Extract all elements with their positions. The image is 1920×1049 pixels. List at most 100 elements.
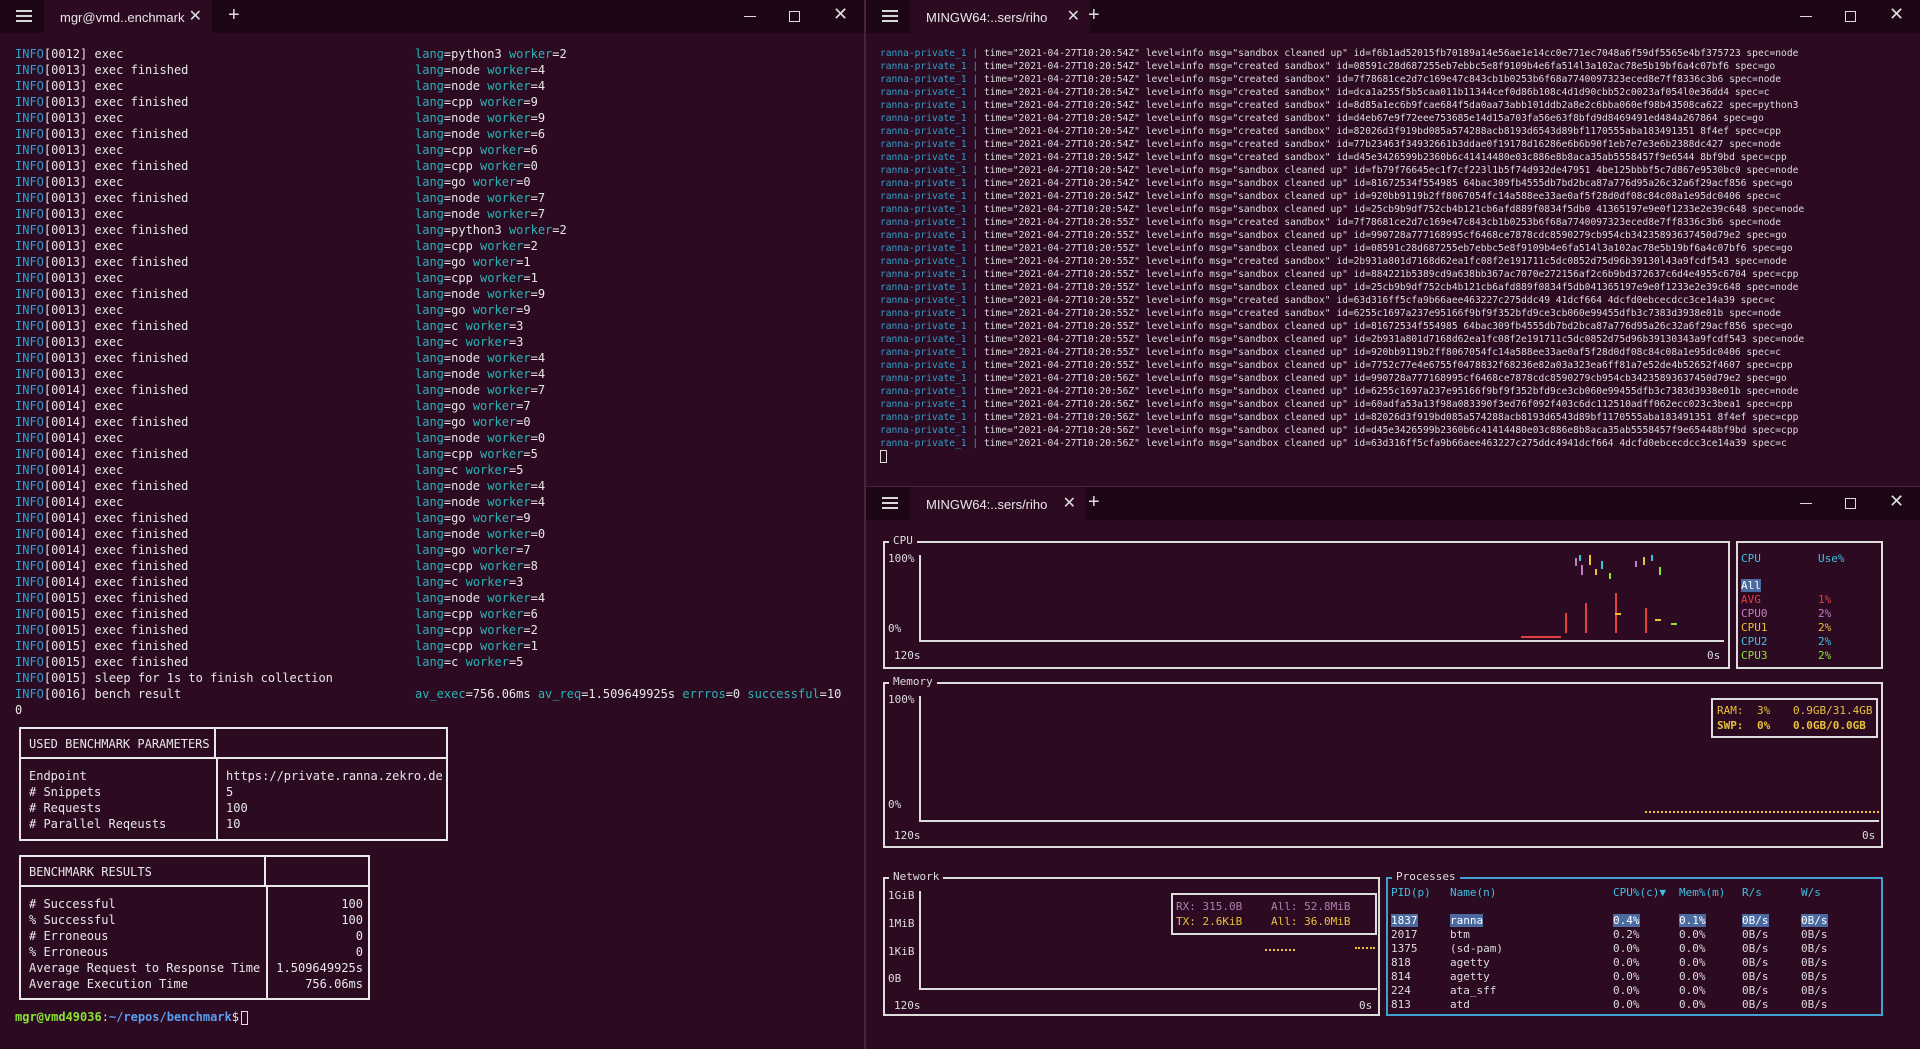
shell-prompt[interactable]: mgr@vmd49036:~/repos/benchmark$: [15, 1009, 248, 1025]
log-message: [0013] exec: [43, 367, 124, 381]
log-fields: lang=node worker=4: [415, 366, 545, 382]
minimize-icon[interactable]: [1800, 16, 1812, 17]
menu-icon[interactable]: [16, 10, 32, 22]
docker-log-line: ranna-private_1 | time="2021-04-27T10:20…: [880, 190, 1804, 203]
result-name: Average Request to Response Time: [29, 961, 261, 975]
log-line: INFO[0015] exec finished lang=cpp worker=…: [15, 606, 538, 622]
log-message: [0014] exec finished: [43, 383, 189, 397]
log-message: [0014] exec: [43, 495, 124, 509]
menu-icon[interactable]: [882, 10, 898, 22]
field-key: lang: [415, 335, 444, 349]
log-level: INFO: [15, 543, 44, 557]
process-row[interactable]: 2017 btm 0.2% 0.0% 0B/s 0B/s: [1388, 928, 1878, 942]
field-value: =cpp: [443, 143, 481, 157]
log-level: INFO: [15, 479, 44, 493]
use-col-header: Use%: [1818, 552, 1845, 565]
prompt-user: mgr@vmd49036: [15, 1010, 102, 1024]
field-key: worker: [472, 543, 517, 557]
new-tab-icon[interactable]: +: [1088, 491, 1100, 514]
log-line: INFO[0013] exec finished lang=node worker…: [15, 190, 545, 206]
net-rx-line: [1265, 949, 1295, 951]
maximize-icon[interactable]: [1845, 11, 1856, 22]
cpu-name: CPU3: [1741, 649, 1768, 662]
mem-y-axis: [919, 696, 921, 821]
maximize-icon[interactable]: [789, 11, 800, 22]
tab-benchmark[interactable]: mgr@vmd..enchmark ✕: [44, 0, 212, 33]
proc-cell: 0B/s: [1742, 984, 1769, 997]
docker-log-line: ranna-private_1 | time="2021-04-27T10:20…: [880, 346, 1804, 359]
log-fields: lang=node worker=9: [415, 110, 545, 126]
service-name: ranna-private_1: [880, 269, 973, 280]
swp-pct: 0%: [1757, 719, 1771, 732]
field-key: lang: [415, 511, 444, 525]
docker-log-line: ranna-private_1 | time="2021-04-27T10:20…: [880, 138, 1804, 151]
log-fields: lang=cpp worker=9: [415, 94, 538, 110]
maximize-icon[interactable]: [1845, 498, 1856, 509]
process-row[interactable]: 814 agetty 0.0% 0.0% 0B/s 0B/s: [1388, 970, 1878, 984]
field-key: worker: [487, 191, 531, 205]
ram-pct: 3%: [1757, 704, 1771, 717]
minimize-icon[interactable]: [1800, 503, 1812, 504]
cpu-row: CPU0 2%: [1741, 607, 1881, 621]
new-tab-icon[interactable]: +: [1088, 4, 1100, 27]
close-tab-icon[interactable]: ✕: [189, 6, 202, 26]
minimize-icon[interactable]: [744, 16, 756, 17]
service-name: ranna-private_1: [880, 48, 973, 59]
params-row: # Requests 100: [29, 800, 449, 816]
menu-icon[interactable]: [882, 497, 898, 509]
new-tab-icon[interactable]: +: [228, 4, 240, 27]
log-text: time="2021-04-27T10:20:54Z" level=info m…: [983, 113, 1764, 124]
pipe: |: [972, 295, 984, 306]
swp-value: 0.0GB/0.0GB: [1793, 719, 1866, 732]
stat-value: =756.06ms: [465, 687, 538, 701]
close-tab-icon[interactable]: ✕: [1063, 493, 1076, 513]
log-fields: lang=node worker=0: [415, 526, 545, 542]
mem-ytop: 100%: [888, 693, 915, 706]
process-row[interactable]: 813 atd 0.0% 0.0% 0B/s 0B/s: [1388, 998, 1878, 1012]
field-value: =2: [552, 223, 567, 237]
sleep-line: INFO[0015] sleep for 1s to finish collec…: [15, 671, 333, 685]
log-level: INFO: [15, 367, 44, 381]
process-row[interactable]: 1837 ranna 0.4% 0.1% 0B/s 0B/s: [1388, 914, 1878, 928]
close-window-icon[interactable]: ✕: [1889, 4, 1904, 25]
net-tx-line: [1355, 947, 1375, 949]
service-name: ranna-private_1: [880, 373, 973, 384]
close-window-icon[interactable]: ✕: [833, 4, 848, 25]
log-level: INFO: [15, 623, 44, 637]
docker-log-line: ranna-private_1 | time="2021-04-27T10:20…: [880, 203, 1804, 216]
close-window-icon[interactable]: ✕: [1889, 491, 1904, 512]
log-level: INFO: [15, 511, 44, 525]
tab-mingw[interactable]: MINGW64:..sers/riho ✕: [910, 0, 1090, 33]
field-value: =6: [530, 127, 546, 141]
close-tab-icon[interactable]: ✕: [1067, 6, 1080, 26]
service-name: ranna-private_1: [880, 217, 973, 228]
log-level: INFO: [15, 191, 44, 205]
process-row[interactable]: 1375 (sd-pam) 0.0% 0.0% 0B/s 0B/s: [1388, 942, 1878, 956]
log-text: time="2021-04-27T10:20:55Z" level=info m…: [983, 334, 1805, 345]
log-fields: lang=node worker=4: [415, 62, 545, 78]
field-key: worker: [487, 127, 531, 141]
log-text: time="2021-04-27T10:20:56Z" level=info m…: [983, 399, 1793, 410]
field-key: lang: [415, 303, 444, 317]
service-name: ranna-private_1: [880, 191, 973, 202]
proc-cell: 0.0%: [1613, 970, 1640, 983]
field-value: =node: [443, 207, 488, 221]
log-line: INFO[0014] exec finished lang=node worker…: [15, 526, 545, 542]
field-key: lang: [415, 527, 444, 541]
docker-log-line: ranna-private_1 | time="2021-04-27T10:20…: [880, 86, 1804, 99]
tab-mingw[interactable]: MINGW64:..sers/riho ✕: [910, 487, 1086, 520]
service-name: ranna-private_1: [880, 308, 973, 319]
pipe: |: [972, 48, 984, 59]
cpu-all-selector[interactable]: All: [1741, 579, 1761, 592]
process-row[interactable]: 224 ata_sff 0.0% 0.0% 0B/s 0B/s: [1388, 984, 1878, 998]
docker-log-line: ranna-private_1 | time="2021-04-27T10:20…: [880, 216, 1804, 229]
pipe: |: [972, 100, 984, 111]
proc-cell: 0.0%: [1679, 956, 1706, 969]
bench-line: INFO[0016] bench result: [15, 687, 182, 701]
process-row[interactable]: 818 agetty 0.0% 0.0% 0B/s 0B/s: [1388, 956, 1878, 970]
proc-cell: 0B/s: [1801, 970, 1828, 983]
log-fields: lang=go worker=7: [415, 398, 531, 414]
field-value: =4: [530, 351, 546, 365]
field-value: =6: [523, 607, 538, 621]
log-line: INFO[0014] exec lang=node worker=4: [15, 494, 545, 510]
